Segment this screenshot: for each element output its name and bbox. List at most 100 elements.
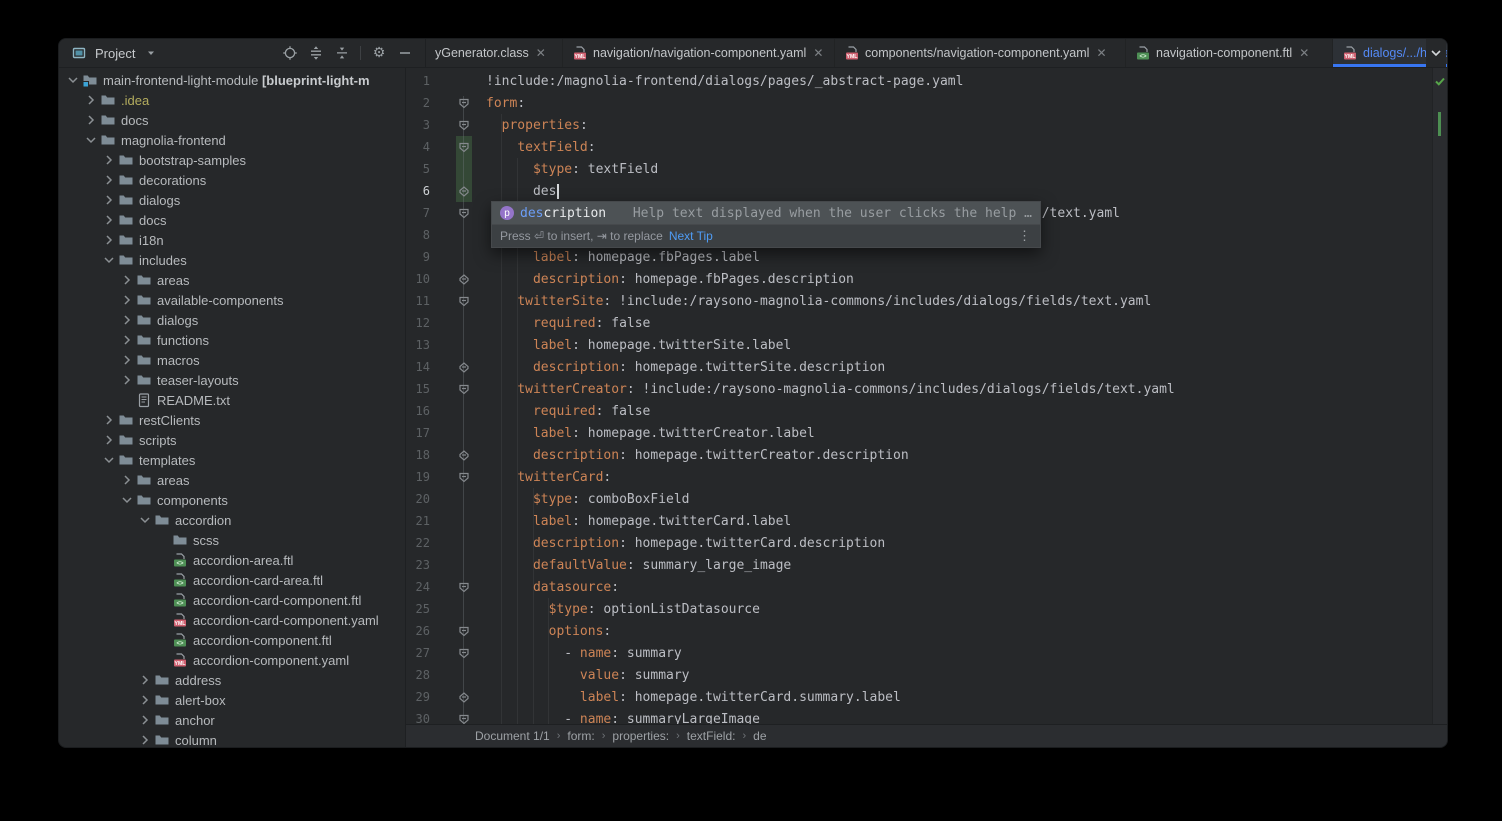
line-number[interactable]: 5	[406, 162, 430, 176]
editor-tab-2[interactable]: YMLcomponents/navigation-component.yaml✕	[835, 39, 1126, 67]
project-view-dropdown-icon[interactable]	[141, 43, 161, 63]
gutter-lock-marker-icon[interactable]	[456, 689, 472, 709]
chevron-right-icon[interactable]	[119, 332, 135, 348]
editor-scrollbar[interactable]	[1432, 68, 1447, 725]
chevron-right-icon[interactable]	[101, 152, 117, 168]
next-tip-link[interactable]: Next Tip	[669, 229, 713, 243]
tree-item-components[interactable]: components	[59, 490, 405, 510]
breadcrumb-item[interactable]: textField:	[687, 729, 736, 743]
hide-panel-icon[interactable]	[395, 43, 415, 63]
line-number[interactable]: 10	[406, 272, 430, 286]
code-line-4[interactable]: 4 textField:	[406, 136, 1433, 158]
chevron-down-icon[interactable]	[83, 132, 99, 148]
breadcrumb-item[interactable]: Document 1/1	[475, 729, 550, 743]
tree-item-available-components[interactable]: available-components	[59, 290, 405, 310]
editor-tab-3[interactable]: <>navigation-component.ftl✕	[1126, 39, 1333, 67]
breadcrumb-item[interactable]: de	[753, 729, 766, 743]
gutter-tag-marker-icon[interactable]	[456, 711, 472, 725]
line-number[interactable]: 3	[406, 118, 430, 132]
tree-item-bootstrap-samples[interactable]: bootstrap-samples	[59, 150, 405, 170]
editor-tab-0[interactable]: yGenerator.class✕	[426, 39, 563, 67]
code-line-22[interactable]: 22 description: homepage.twitterCard.des…	[406, 532, 1433, 554]
line-number[interactable]: 27	[406, 646, 430, 660]
line-number[interactable]: 20	[406, 492, 430, 506]
gutter-tag-marker-icon[interactable]	[456, 293, 472, 313]
tree-item-macros[interactable]: macros	[59, 350, 405, 370]
chevron-right-icon[interactable]	[101, 412, 117, 428]
chevron-down-icon[interactable]	[65, 72, 81, 88]
code-line-26[interactable]: 26 options:	[406, 620, 1433, 642]
code-line-27[interactable]: 27 - name: summary	[406, 642, 1433, 664]
hidden-tabs-chevron-icon[interactable]	[1426, 39, 1446, 67]
tree-item-.idea[interactable]: .idea	[59, 90, 405, 110]
gutter-tag-marker-icon[interactable]	[456, 645, 472, 665]
code-line-23[interactable]: 23 defaultValue: summary_large_image	[406, 554, 1433, 576]
completion-item-description[interactable]: p description Help text displayed when t…	[492, 202, 1040, 224]
tree-item-alert-box[interactable]: alert-box	[59, 690, 405, 710]
line-number[interactable]: 1	[406, 74, 430, 88]
code-line-9[interactable]: 9 label: homepage.fbPages.label	[406, 246, 1433, 268]
code-line-17[interactable]: 17 label: homepage.twitterCreator.label	[406, 422, 1433, 444]
breadcrumb-item[interactable]: properties:	[612, 729, 669, 743]
line-number[interactable]: 29	[406, 690, 430, 704]
line-number[interactable]: 14	[406, 360, 430, 374]
gutter-tag-marker-icon[interactable]	[456, 381, 472, 401]
code-line-1[interactable]: 1!include:/magnolia-frontend/dialogs/pag…	[406, 70, 1433, 92]
code-line-3[interactable]: 3 properties:	[406, 114, 1433, 136]
tree-item-main-frontend-light-module[interactable]: main-frontend-light-module [blueprint-li…	[59, 70, 405, 90]
chevron-right-icon[interactable]	[119, 292, 135, 308]
chevron-down-icon[interactable]	[101, 252, 117, 268]
settings-gear-icon[interactable]: ⚙	[369, 43, 389, 63]
code-area[interactable]: 1!include:/magnolia-frontend/dialogs/pag…	[406, 70, 1433, 725]
code-line-28[interactable]: 28 value: summary	[406, 664, 1433, 686]
code-line-21[interactable]: 21 label: homepage.twitterCard.label	[406, 510, 1433, 532]
tree-item-dialogs[interactable]: dialogs	[59, 190, 405, 210]
tree-item-accordion[interactable]: accordion	[59, 510, 405, 530]
line-number[interactable]: 24	[406, 580, 430, 594]
code-line-18[interactable]: 18 description: homepage.twitterCreator.…	[406, 444, 1433, 466]
gutter-tag-marker-icon[interactable]	[456, 469, 472, 489]
code-line-20[interactable]: 20 $type: comboBoxField	[406, 488, 1433, 510]
code-line-29[interactable]: 29 label: homepage.twitterCard.summary.l…	[406, 686, 1433, 708]
chevron-right-icon[interactable]	[101, 212, 117, 228]
expand-all-icon[interactable]	[306, 43, 326, 63]
line-number[interactable]: 17	[406, 426, 430, 440]
line-number[interactable]: 28	[406, 668, 430, 682]
tree-item-anchor[interactable]: anchor	[59, 710, 405, 730]
chevron-right-icon[interactable]	[119, 472, 135, 488]
chevron-right-icon[interactable]	[101, 432, 117, 448]
tab-close-icon[interactable]: ✕	[536, 46, 546, 60]
line-number[interactable]: 26	[406, 624, 430, 638]
code-line-2[interactable]: 2form:	[406, 92, 1433, 114]
code-line-5[interactable]: 5 $type: textField	[406, 158, 1433, 180]
code-line-13[interactable]: 13 label: homepage.twitterSite.label	[406, 334, 1433, 356]
line-number[interactable]: 13	[406, 338, 430, 352]
chevron-right-icon[interactable]	[137, 732, 153, 747]
chevron-right-icon[interactable]	[119, 352, 135, 368]
tab-close-icon[interactable]: ✕	[1096, 46, 1106, 60]
collapse-all-icon[interactable]	[332, 43, 352, 63]
tree-item-docs[interactable]: docs	[59, 210, 405, 230]
line-number[interactable]: 12	[406, 316, 430, 330]
tree-item-accordion-component.yaml[interactable]: YMLaccordion-component.yaml	[59, 650, 405, 670]
line-number[interactable]: 19	[406, 470, 430, 484]
chevron-right-icon[interactable]	[137, 672, 153, 688]
locate-file-icon[interactable]	[280, 43, 300, 63]
chevron-right-icon[interactable]	[83, 112, 99, 128]
line-number[interactable]: 25	[406, 602, 430, 616]
tree-item-i18n[interactable]: i18n	[59, 230, 405, 250]
chevron-down-icon[interactable]	[137, 512, 153, 528]
code-line-15[interactable]: 15 twitterCreator: !include:/raysono-mag…	[406, 378, 1433, 400]
editor-pane[interactable]: 1!include:/magnolia-frontend/dialogs/pag…	[406, 68, 1447, 747]
chevron-right-icon[interactable]	[101, 172, 117, 188]
tree-item-areas[interactable]: areas	[59, 470, 405, 490]
gutter-lock-marker-icon[interactable]	[456, 271, 472, 291]
chevron-right-icon[interactable]	[119, 312, 135, 328]
chevron-down-icon[interactable]	[101, 452, 117, 468]
chevron-right-icon[interactable]	[137, 712, 153, 728]
tree-item-areas[interactable]: areas	[59, 270, 405, 290]
line-number[interactable]: 4	[406, 140, 430, 154]
line-number[interactable]: 16	[406, 404, 430, 418]
line-number[interactable]: 22	[406, 536, 430, 550]
line-number[interactable]: 2	[406, 96, 430, 110]
